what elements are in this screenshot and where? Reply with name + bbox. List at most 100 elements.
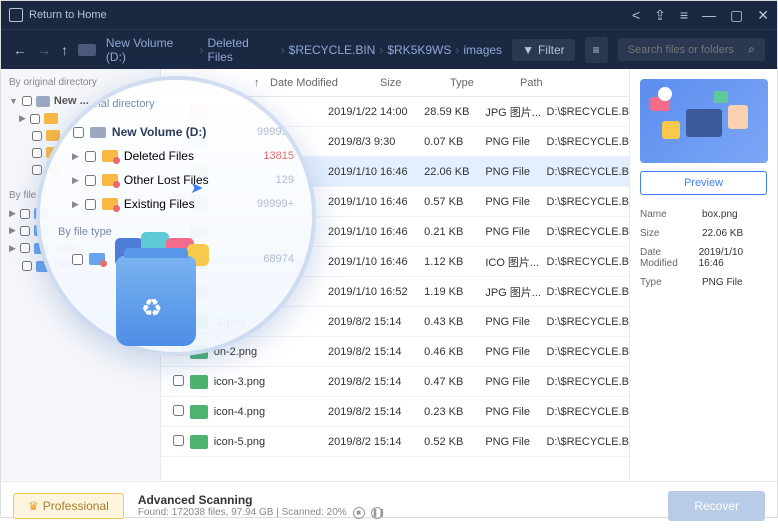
row-checkbox[interactable] (173, 195, 184, 206)
tree-item[interactable] (1, 161, 160, 178)
table-row[interactable]: -1.png2019/8/2 15:140.43 KBPNG FileD:\$R… (161, 307, 629, 337)
file-icon (190, 225, 208, 239)
tree-item-audio[interactable]: ▶Audio (1, 239, 160, 257)
row-checkbox[interactable] (173, 225, 184, 236)
recover-button[interactable]: Recover (668, 491, 765, 521)
file-path: D:\$RECYCLE.B (546, 196, 629, 208)
tree-item[interactable]: ▶ (1, 110, 160, 127)
professional-button[interactable]: ♛ Professional (13, 493, 124, 519)
row-checkbox[interactable] (173, 135, 184, 146)
table-row[interactable]: 2019/1/10 16:460.57 KBPNG FileD:\$RECYCL… (161, 187, 629, 217)
table-row[interactable]: 2019/1/10 16:461.12 KBICO 图片...D:\$RECYC… (161, 247, 629, 277)
return-home-link[interactable]: Return to Home (29, 9, 107, 21)
file-icon (190, 135, 208, 149)
list-icon: ≡ (593, 43, 600, 57)
file-date: 2019/1/10 16:46 (328, 256, 424, 268)
preview-thumbnail (640, 79, 768, 163)
file-name: icon-4.png (214, 406, 328, 418)
back-button[interactable]: ← (13, 42, 27, 58)
pause-icon[interactable]: ❚❚ (371, 507, 383, 519)
stop-icon[interactable]: ■ (353, 507, 365, 519)
table-row[interactable]: icon-5.png2019/8/2 15:140.52 KBPNG FileD… (161, 427, 629, 457)
file-size: 1.19 KB (424, 286, 485, 298)
table-row[interactable]: 2019/1/10 16:521.19 KBJPG 图片...D:\$RECYC… (161, 277, 629, 307)
tree-item[interactable] (1, 127, 160, 144)
row-checkbox[interactable] (173, 285, 184, 296)
file-date: 2019/1/10 16:46 (328, 166, 424, 178)
file-size: 0.23 KB (424, 406, 485, 418)
file-path: D:\$RECYCLE.B (546, 436, 629, 448)
minimize-icon[interactable]: — (702, 7, 716, 23)
file-path: D:\$RECYCLE.B (546, 256, 629, 268)
filter-button[interactable]: ▼ Filter (512, 39, 575, 61)
view-mode-button[interactable]: ≡ (585, 37, 608, 63)
col-type[interactable]: Type (442, 77, 512, 89)
row-checkbox[interactable] (173, 165, 184, 176)
menu-icon[interactable]: ≡ (680, 7, 688, 23)
file-type: ICO 图片... (485, 254, 546, 270)
breadcrumb[interactable]: New Volume (D:)› Deleted Files› $RECYCLE… (106, 36, 502, 64)
file-name: icon-3.png (214, 376, 328, 388)
up-button[interactable]: ↑ (61, 42, 68, 58)
export-icon[interactable]: ⇪ (654, 7, 666, 24)
tree-item-others[interactable]: Others (1, 257, 160, 275)
file-name: -1.png (214, 316, 328, 328)
file-type: PNG File (485, 136, 546, 148)
tree-item-new-volume[interactable]: ▼New ... (1, 92, 160, 110)
file-type: PNG File (485, 196, 546, 208)
col-path[interactable]: Path (512, 77, 629, 89)
row-checkbox[interactable] (173, 435, 184, 446)
row-checkbox[interactable] (173, 405, 184, 416)
table-row[interactable]: 2019/1/10 16:460.21 KBPNG FileD:\$RECYCL… (161, 217, 629, 247)
table-body[interactable]: 2019/1/22 14:0028.59 KBJPG 图片...D:\$RECY… (161, 97, 629, 481)
row-checkbox[interactable] (173, 315, 184, 326)
search-icon[interactable]: ⌕ (748, 42, 755, 57)
file-icon (190, 375, 208, 389)
file-path: D:\$RECYCLE.B (546, 346, 629, 358)
row-checkbox[interactable] (173, 375, 184, 386)
file-date: 2019/1/10 16:46 (328, 226, 424, 238)
file-date: 2019/8/2 15:14 (328, 406, 424, 418)
table-row[interactable]: 2019/1/10 16:4622.06 KBPNG FileD:\$RECYC… (161, 157, 629, 187)
search-box[interactable]: ⌕ (618, 38, 765, 61)
file-path: D:\$RECYCLE.B (546, 106, 629, 118)
table-row[interactable]: icon-4.png2019/8/2 15:140.23 KBPNG FileD… (161, 397, 629, 427)
forward-button[interactable]: → (37, 42, 51, 58)
file-icon (190, 165, 208, 179)
table-row[interactable]: on-2.png2019/8/2 15:140.46 KBPNG FileD:\… (161, 337, 629, 367)
sidebar-section-directory: By original directory (1, 73, 160, 92)
close-icon[interactable]: ✕ (757, 7, 769, 24)
col-date[interactable]: Date Modified (262, 77, 372, 89)
sort-indicator[interactable]: ↑ (246, 77, 262, 89)
search-input[interactable] (628, 44, 738, 56)
crown-icon: ♛ (28, 499, 39, 513)
tree-item[interactable] (1, 144, 160, 161)
file-size: 0.21 KB (424, 226, 485, 238)
file-type: JPG 图片... (485, 284, 546, 300)
row-checkbox[interactable] (173, 105, 184, 116)
table-row[interactable]: icon-3.png2019/8/2 15:140.47 KBPNG FileD… (161, 367, 629, 397)
scan-status: Found: 172038 files, 97.94 GB | Scanned:… (138, 507, 655, 519)
file-icon (190, 255, 208, 269)
col-size[interactable]: Size (372, 77, 442, 89)
titlebar: Return to Home < ⇪ ≡ — ▢ ✕ (1, 1, 777, 29)
table-row[interactable]: 2019/1/22 14:0028.59 KBJPG 图片...D:\$RECY… (161, 97, 629, 127)
scan-title: Advanced Scanning (138, 493, 655, 507)
file-path: D:\$RECYCLE.B (546, 286, 629, 298)
file-size: 1.12 KB (424, 256, 485, 268)
file-path: D:\$RECYCLE.B (546, 136, 629, 148)
maximize-icon[interactable]: ▢ (730, 7, 743, 24)
tree-item[interactable]: ▶ (1, 222, 160, 239)
share-icon[interactable]: < (632, 7, 640, 23)
row-checkbox[interactable] (173, 345, 184, 356)
file-size: 22.06 KB (424, 166, 485, 178)
home-icon[interactable] (9, 8, 23, 22)
file-path: D:\$RECYCLE.B (546, 166, 629, 178)
file-icon (190, 285, 208, 299)
row-checkbox[interactable] (173, 255, 184, 266)
tree-item[interactable]: ▶ (1, 205, 160, 222)
file-icon (190, 315, 208, 329)
preview-button[interactable]: Preview (640, 171, 767, 195)
table-row[interactable]: 2019/8/3 9:300.07 KBPNG FileD:\$RECYCLE.… (161, 127, 629, 157)
file-list: ↑ Date Modified Size Type Path 2019/1/22… (161, 69, 629, 481)
